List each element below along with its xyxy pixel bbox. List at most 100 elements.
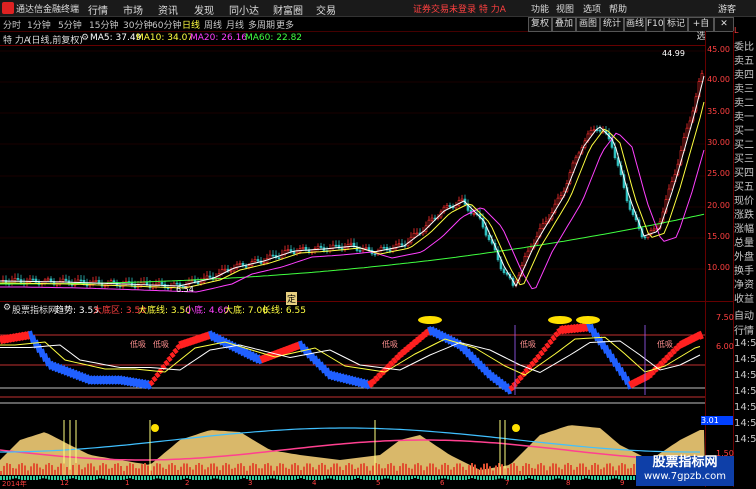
y-tick: 15.00 (707, 232, 730, 241)
period-1min[interactable]: 1分钟 (27, 18, 51, 31)
menu-bangzhu[interactable]: 帮助 (609, 2, 627, 15)
menu-shichang[interactable]: 市场 (123, 2, 143, 17)
order-book-tag: L (734, 26, 739, 35)
ob-buy2: 买二 (734, 140, 754, 151)
panel-divider (0, 301, 734, 302)
x-tick: 8 (566, 479, 571, 487)
low-buy-label: 低吸 (657, 339, 673, 349)
guest-label[interactable]: 游客 (718, 2, 736, 15)
ob-buy1: 买一 (734, 126, 754, 137)
low-buy-label: 低吸 (382, 339, 398, 349)
ma20-line (0, 132, 705, 293)
menu-shitu[interactable]: 视图 (556, 2, 574, 15)
ob-buy3: 买三 (734, 154, 754, 165)
time-label: 14:50 (734, 354, 756, 365)
period-daily[interactable]: 日线 (182, 18, 200, 31)
ob-sell4: 卖四 (734, 70, 754, 81)
menu-hangqing[interactable]: 行情 (88, 2, 108, 17)
login-status[interactable]: 证券交易未登录 特 力A (413, 2, 506, 15)
tongji-button[interactable]: 统计 (600, 17, 624, 32)
close-icon[interactable]: ✕ (714, 17, 734, 32)
x-tick: 2014年 (2, 480, 27, 488)
period-fenshi[interactable]: 分时 (3, 18, 21, 31)
menu-bar: 通达信金融终端 行情 市场 资讯 发现 同小达 财富圈 交易 证券交易未登录 特… (0, 0, 756, 17)
huatu-button[interactable]: 画图 (576, 17, 600, 32)
x-tick: 6 (440, 479, 445, 487)
time-label: 14:50 (734, 386, 756, 397)
candlestick-chart[interactable]: 44.99 6.54 (0, 45, 705, 301)
time-label: 14:50 (734, 338, 756, 349)
ob-turnover: 换手 (734, 266, 754, 277)
ob-buy5: 买五 (734, 182, 754, 193)
menu-faxian[interactable]: 发现 (194, 2, 214, 17)
y-tick: 20.00 (707, 201, 730, 210)
order-book-panel: L 委比 卖五 卖四 卖三 卖二 卖一 买一 买二 买三 买四 买五 现价 涨跌… (734, 26, 756, 487)
biaoji-button[interactable]: 标记 (664, 17, 688, 32)
ob-earnings: 收益 (734, 294, 754, 305)
orderbook-divider (733, 31, 734, 487)
login-stock-name: 特 力A (478, 5, 506, 15)
watermark-url: www.7gpzb.com (644, 471, 726, 482)
ob-sell3: 卖三 (734, 84, 754, 95)
y-tick: 30.00 (707, 138, 730, 147)
y-tick: 10.00 (707, 263, 730, 272)
x-tick: 7 (505, 479, 510, 487)
ob-outer: 外盘 (734, 252, 754, 263)
period-30min[interactable]: 30分钟 (123, 18, 152, 31)
menu-zixun[interactable]: 资讯 (158, 2, 178, 17)
x-tick: 5 (376, 479, 381, 487)
menu-jiaoyi[interactable]: 交易 (316, 2, 336, 17)
period-60min[interactable]: 60分钟 (152, 18, 181, 31)
app-logo-icon (2, 2, 14, 14)
low-buy-label: 低吸 (130, 339, 146, 349)
period-multi[interactable]: 多周期 (248, 18, 275, 31)
low-buy-label: 低吸 (153, 339, 169, 349)
time-label: 14:50 (734, 434, 756, 445)
x-tick: 12 (60, 479, 69, 487)
y-tick: 35.00 (707, 107, 730, 116)
x-tick: 2 (185, 479, 190, 487)
menu-wenxiaoda[interactable]: 同小达 (229, 2, 259, 17)
period-5min[interactable]: 5分钟 (58, 18, 82, 31)
ob-auto[interactable]: 自动 (734, 307, 756, 322)
app-title: 通达信金融终端 (16, 5, 80, 15)
ob-volume: 总量 (734, 238, 754, 249)
period-weekly[interactable]: 周线 (204, 18, 222, 31)
indicator1-chart[interactable]: 低吸 低吸 低吸 低吸 低吸 (0, 315, 705, 420)
ding-label: 定 (286, 292, 298, 305)
settings-gear-icon[interactable]: ⚙ (3, 303, 11, 313)
ma5-label: MA5: 37.49 (90, 33, 142, 43)
diejia-button[interactable]: 叠加 (552, 17, 576, 32)
time-label: 14:50 (734, 418, 756, 429)
ob-buy4: 买四 (734, 168, 754, 179)
ob-price: 现价 (734, 196, 754, 207)
ma10-line (0, 101, 705, 289)
time-label: 14:50 (734, 370, 756, 381)
menu-gongneng[interactable]: 功能 (531, 2, 549, 15)
menu-caifuquan[interactable]: 财富圈 (273, 2, 303, 17)
ob-change-pct: 涨幅 (734, 224, 754, 235)
menu-xuanxiang[interactable]: 选项 (583, 2, 601, 15)
period-monthly[interactable]: 月线 (226, 18, 244, 31)
x-axis: 2014年 12 1 2 3 4 5 6 7 8 9 (0, 479, 705, 488)
f10-button[interactable]: F10 (646, 17, 664, 32)
ob-hangqing[interactable]: 行情 (734, 322, 756, 337)
login-status-text: 证券交易未登录 (413, 5, 477, 15)
indicator2-chart[interactable] (0, 420, 705, 480)
add-watchlist-button[interactable]: +自选 (688, 17, 714, 42)
low-buy-label: 低吸 (520, 339, 536, 349)
ob-weibi: 委比 (734, 42, 754, 53)
x-tick: 1 (125, 479, 130, 487)
huaxian-button[interactable]: 画线 (624, 17, 646, 32)
x-tick: 4 (312, 479, 317, 487)
ob-sell1: 卖一 (734, 112, 754, 123)
ind1-ytick: 7.50 (716, 313, 734, 322)
period-more[interactable]: 更多 (276, 18, 294, 31)
period-15min[interactable]: 15分钟 (89, 18, 118, 31)
ob-netasset: 净资 (734, 280, 754, 291)
watermark-badge: 股票指标网 www.7gpzb.com (636, 456, 734, 486)
fuquan-button[interactable]: 复权 (528, 17, 552, 32)
watermark-title: 股票指标网 (652, 455, 718, 470)
y-tick: 45.00 (707, 45, 730, 54)
settings-gear-icon[interactable]: ⚙ (81, 33, 89, 43)
